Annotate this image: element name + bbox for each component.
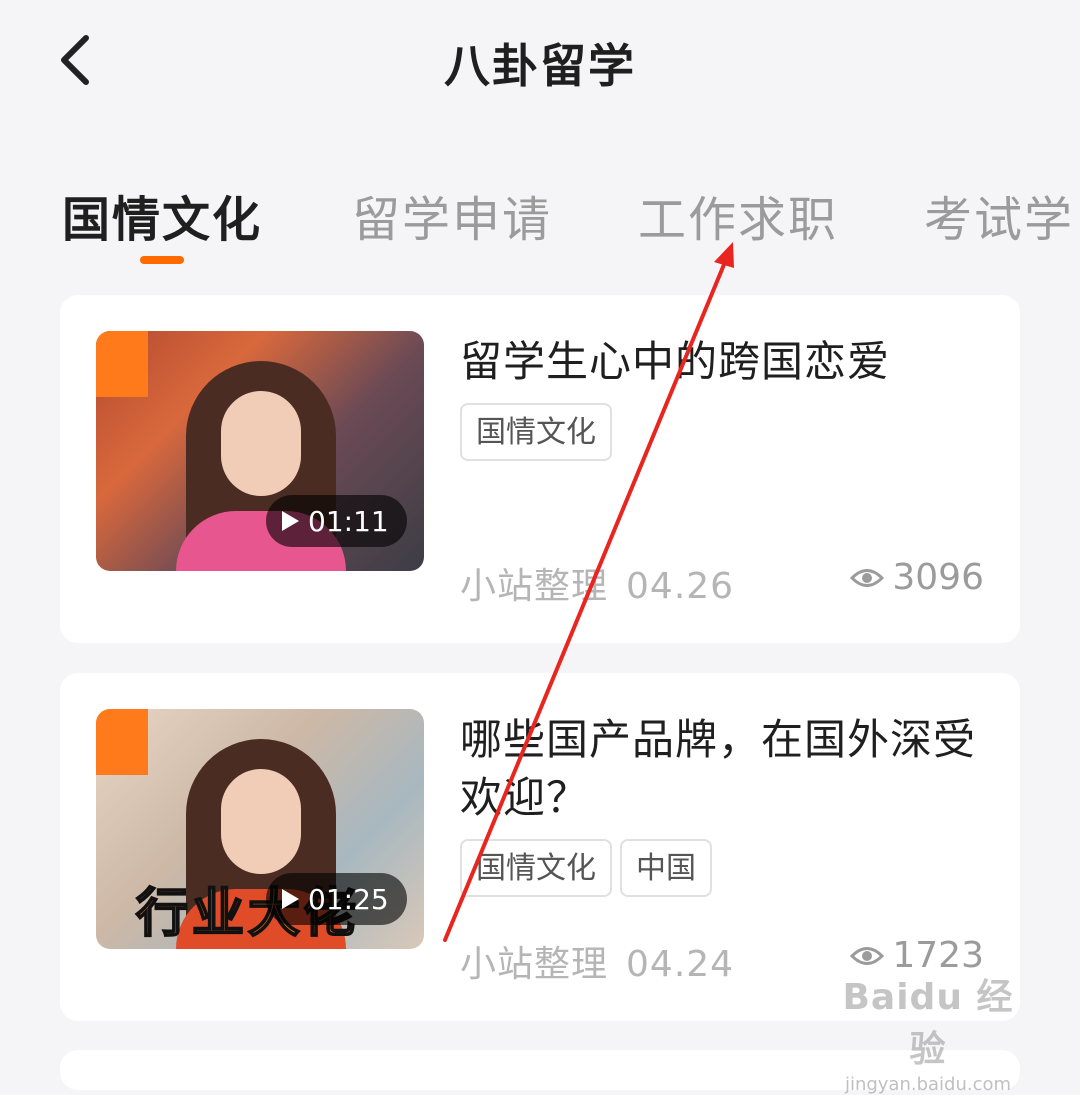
watermark: Baidu 经验 jingyan.baidu.com	[828, 968, 1028, 1095]
tab-national-culture[interactable]: 国情文化	[62, 180, 262, 250]
video-card[interactable]: 01:11 留学生心中的跨国恋爱 国情文化 小站整理 04.26 3096	[60, 295, 1020, 643]
view-count: 3096	[850, 557, 984, 598]
video-thumbnail[interactable]: 01:11	[96, 331, 424, 571]
video-title[interactable]: 哪些国产品牌，在国外深受欢迎？	[460, 711, 1000, 827]
watermark-url: jingyan.baidu.com	[844, 1074, 1012, 1095]
video-title[interactable]: 留学生心中的跨国恋爱	[460, 333, 1000, 391]
category-tabs: 国情文化 留学申请 工作求职 考试学	[0, 170, 1080, 270]
play-icon	[282, 511, 299, 531]
tag[interactable]: 中国	[620, 839, 712, 897]
duration-text: 01:11	[308, 504, 389, 538]
active-tab-indicator	[140, 256, 184, 264]
eye-icon	[850, 568, 885, 587]
duration-badge: 01:11	[266, 495, 407, 547]
meta-info: 小站整理 04.26	[460, 557, 734, 609]
publish-date: 04.24	[626, 944, 735, 985]
author: 小站整理	[460, 566, 609, 607]
brand-logo	[96, 331, 148, 397]
tab-exam-study[interactable]: 考试学	[924, 180, 1074, 250]
duration-text: 01:25	[308, 882, 389, 916]
tab-study-application[interactable]: 留学申请	[352, 180, 552, 250]
eye-icon	[850, 946, 885, 965]
duration-badge: 01:25	[266, 873, 407, 925]
page-title: 八卦留学	[444, 39, 636, 93]
tag[interactable]: 国情文化	[460, 403, 612, 461]
tag[interactable]: 国情文化	[460, 839, 612, 897]
video-thumbnail[interactable]: 行业大佬 01:25	[96, 709, 424, 949]
publish-date: 04.26	[626, 566, 735, 607]
view-count-text: 3096	[892, 557, 984, 598]
meta-info: 小站整理 04.24	[460, 935, 734, 987]
tab-job-hunting[interactable]: 工作求职	[638, 180, 838, 250]
watermark-logo: Baidu 经验	[842, 977, 1014, 1070]
top-bar: 八卦留学	[0, 0, 1080, 130]
brand-logo	[96, 709, 148, 775]
play-icon	[282, 889, 299, 909]
author: 小站整理	[460, 944, 609, 985]
